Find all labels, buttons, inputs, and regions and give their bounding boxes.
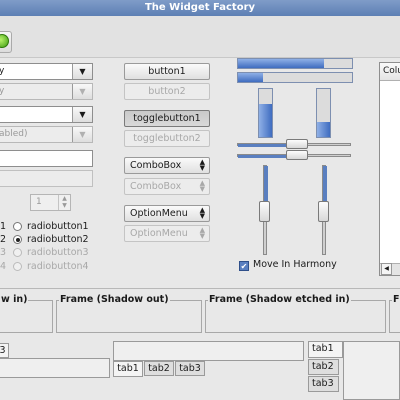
radio-item-4: 4 radiobutton4: [0, 261, 96, 274]
up-down-icon: ▲ ▼: [199, 179, 205, 193]
hscale-2-handle[interactable]: [286, 150, 308, 160]
chevron-down-icon[interactable]: ▼: [72, 107, 92, 122]
move-in-harmony-label: Move In Harmony: [253, 259, 337, 270]
option-menu-label: OptionMenu: [130, 208, 188, 219]
chevron-down-icon[interactable]: ▼: [72, 64, 92, 79]
frame-shadow-out-label: Frame (Shadow out): [59, 294, 170, 305]
notebook-2-page: [113, 341, 304, 361]
vscale-1-fill: [264, 166, 268, 206]
frame-shadow-etched-in-label: Frame (Shadow etched in): [208, 294, 351, 305]
spin-arrows-icon: ▲ ▼: [58, 195, 70, 210]
radio-1-indicator[interactable]: [13, 222, 22, 231]
radio-3-indicator: [13, 248, 22, 257]
tab-1[interactable]: tab1: [113, 361, 143, 377]
radio-2-number: 2: [0, 234, 7, 245]
combo-entry-2-value: abled): [0, 129, 28, 139]
combo-entry-2-disabled: abled) ▼: [0, 126, 93, 143]
checkmark-icon[interactable]: ✔: [239, 261, 249, 271]
option-menu-disabled: OptionMenu ▲ ▼: [124, 225, 210, 242]
togglebutton1[interactable]: togglebutton1: [124, 110, 210, 127]
radio-2-label: radiobutton2: [27, 234, 89, 245]
vscale-1-handle[interactable]: [259, 201, 270, 222]
progress-fill: [238, 73, 264, 82]
button2-disabled: button2: [124, 83, 210, 100]
text-entry[interactable]: [0, 150, 93, 167]
radio-item-1[interactable]: 1 radiobutton1: [0, 221, 96, 234]
option-menu[interactable]: OptionMenu ▲ ▼: [124, 205, 210, 222]
tab-1[interactable]: tab1: [308, 341, 343, 358]
chevron-down-icon: ▼: [72, 127, 92, 142]
progress-fill: [259, 104, 272, 137]
frame-shadow-in-label: w in): [0, 294, 29, 305]
radio-3-number: 3: [0, 247, 7, 258]
radio-2-indicator[interactable]: [13, 235, 22, 244]
combobox-button[interactable]: ComboBox ▲ ▼: [124, 157, 210, 174]
option-menu-2-label: OptionMenu: [130, 228, 188, 239]
combo-box-1-value: y: [0, 66, 5, 76]
up-down-icon: ▲ ▼: [199, 158, 205, 172]
hscale-2-fill: [238, 155, 286, 158]
combo-entry-1[interactable]: ▼: [0, 106, 93, 123]
spin-button-disabled: 1 ▲ ▼: [30, 194, 71, 211]
radio-4-label: radiobutton4: [27, 261, 89, 272]
toolbar: [0, 16, 400, 58]
radio-item-2[interactable]: 2 radiobutton2: [0, 234, 96, 247]
tree-column-header[interactable]: Colu: [380, 63, 400, 81]
tree-view[interactable]: Colu ◀: [379, 62, 400, 276]
radio-1-label: radiobutton1: [27, 221, 89, 232]
togglebutton2-disabled: togglebutton2: [124, 130, 210, 147]
combobox-button-disabled: ComboBox ▲ ▼: [124, 178, 210, 195]
separator: [0, 288, 400, 289]
tab-2[interactable]: tab2: [308, 359, 339, 375]
combo-box-1[interactable]: y ▼: [0, 63, 93, 80]
combobox-button-label: ComboBox: [130, 160, 182, 171]
frame-4-label: F: [392, 294, 400, 305]
radio-3-label: radiobutton3: [27, 247, 89, 258]
progress-fill: [317, 121, 330, 137]
scroll-left-icon[interactable]: ◀: [381, 263, 392, 275]
up-down-icon: ▲ ▼: [199, 226, 205, 240]
progress-bar-vertical-2: [316, 88, 331, 138]
vscale-2-fill: [323, 166, 327, 206]
spin-value: 1: [36, 197, 42, 207]
combobox-button-2-label: ComboBox: [130, 181, 182, 192]
tree-horizontal-scrollbar[interactable]: ◀: [380, 263, 400, 275]
vscale-2-handle[interactable]: [318, 201, 329, 222]
tree-column-label: Colu: [383, 66, 400, 76]
hscale-1-fill: [238, 144, 286, 147]
tab-2[interactable]: tab2: [144, 361, 174, 376]
chevron-down-icon: ▼: [72, 84, 92, 99]
tab-3[interactable]: tab3: [308, 376, 339, 392]
tab-3[interactable]: 3: [0, 343, 9, 358]
combo-box-2-disabled: y ▼: [0, 83, 93, 100]
tab-3[interactable]: tab3: [175, 361, 205, 376]
radio-1-number: 1: [0, 221, 7, 232]
combo-box-2-value: y: [0, 86, 5, 96]
notebook-3-page: [343, 341, 400, 400]
notebook-1-page: [0, 358, 110, 378]
progress-bar-horizontal-1: [237, 58, 353, 69]
radio-4-number: 4: [0, 261, 7, 272]
progress-bar-vertical-1: [258, 88, 273, 138]
up-down-icon: ▲ ▼: [199, 206, 205, 220]
radio-item-3: 3 radiobutton3: [0, 247, 96, 260]
radio-4-indicator: [13, 262, 22, 271]
progress-fill: [238, 59, 324, 68]
window-title: The Widget Factory: [0, 0, 400, 16]
progress-bar-horizontal-2: [237, 72, 353, 83]
button1[interactable]: button1: [124, 63, 210, 80]
text-entry-disabled: [0, 170, 93, 187]
hscale-1-handle[interactable]: [286, 139, 308, 149]
